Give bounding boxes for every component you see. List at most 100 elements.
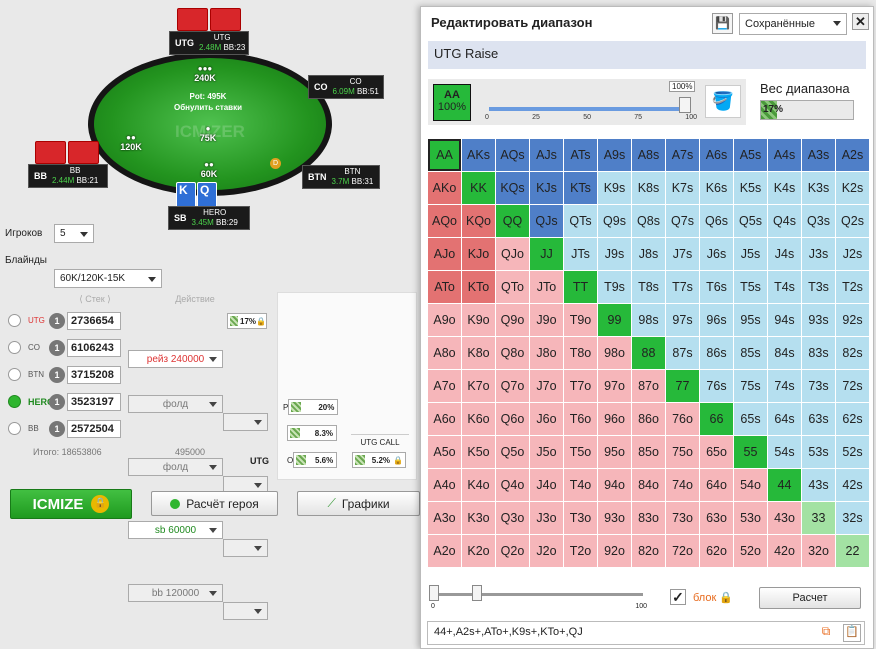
- player-radio[interactable]: [8, 314, 21, 327]
- player-radio[interactable]: [8, 341, 21, 354]
- hand-cell-aqs[interactable]: AQs: [496, 139, 529, 171]
- hand-cell-97o[interactable]: 97o: [598, 370, 631, 402]
- hand-cell-65s[interactable]: 65s: [734, 403, 767, 435]
- hand-cell-t4s[interactable]: T4s: [768, 271, 801, 303]
- hand-cell-76o[interactable]: 76o: [666, 403, 699, 435]
- hand-cell-22[interactable]: 22: [836, 535, 869, 567]
- hand-cell-k5o[interactable]: K5o: [462, 436, 495, 468]
- hand-cell-82o[interactable]: 82o: [632, 535, 665, 567]
- stack-input[interactable]: 6106243: [67, 339, 121, 357]
- hand-cell-k4o[interactable]: K4o: [462, 469, 495, 501]
- hand-cell-t9s[interactable]: T9s: [598, 271, 631, 303]
- hand-cell-k5s[interactable]: K5s: [734, 172, 767, 204]
- hand-cell-k8s[interactable]: K8s: [632, 172, 665, 204]
- hand-cell-j4s[interactable]: J4s: [768, 238, 801, 270]
- hand-cell-qjs[interactable]: QJs: [530, 205, 563, 237]
- hand-cell-t8s[interactable]: T8s: [632, 271, 665, 303]
- hand-cell-j8s[interactable]: J8s: [632, 238, 665, 270]
- hand-cell-96s[interactable]: 96s: [700, 304, 733, 336]
- hand-cell-64o[interactable]: 64o: [700, 469, 733, 501]
- hand-cell-53s[interactable]: 53s: [802, 436, 835, 468]
- hand-cell-85s[interactable]: 85s: [734, 337, 767, 369]
- close-icon[interactable]: ✕: [852, 13, 869, 30]
- hand-cell-j5o[interactable]: J5o: [530, 436, 563, 468]
- hand-cell-55[interactable]: 55: [734, 436, 767, 468]
- hand-cell-tt[interactable]: TT: [564, 271, 597, 303]
- hand-cell-k6s[interactable]: K6s: [700, 172, 733, 204]
- hand-cell-j7s[interactable]: J7s: [666, 238, 699, 270]
- action-select[interactable]: рейз 240000: [128, 350, 223, 368]
- paste-icon[interactable]: 📋: [843, 624, 861, 642]
- hand-cell-86o[interactable]: 86o: [632, 403, 665, 435]
- hand-cell-a9o[interactable]: A9o: [428, 304, 461, 336]
- hand-cell-75s[interactable]: 75s: [734, 370, 767, 402]
- hand-cell-93s[interactable]: 93s: [802, 304, 835, 336]
- hand-cell-q3s[interactable]: Q3s: [802, 205, 835, 237]
- hand-cell-95s[interactable]: 95s: [734, 304, 767, 336]
- hand-cell-64s[interactable]: 64s: [768, 403, 801, 435]
- charts-button[interactable]: ⟋ Графики: [297, 491, 420, 516]
- hand-cell-a2s[interactable]: A2s: [836, 139, 869, 171]
- hand-cell-62o[interactable]: 62o: [700, 535, 733, 567]
- bottom-slider-handle-right[interactable]: [472, 585, 482, 601]
- range-name-field[interactable]: UTG Raise: [428, 41, 866, 69]
- hand-cell-j2s[interactable]: J2s: [836, 238, 869, 270]
- hand-cell-98s[interactable]: 98s: [632, 304, 665, 336]
- hand-cell-74o[interactable]: 74o: [666, 469, 699, 501]
- hand-cell-j3s[interactable]: J3s: [802, 238, 835, 270]
- hand-cell-t2s[interactable]: T2s: [836, 271, 869, 303]
- hand-cell-42o[interactable]: 42o: [768, 535, 801, 567]
- hand-cell-t2o[interactable]: T2o: [564, 535, 597, 567]
- reset-bets-link[interactable]: Обнулить ставки: [163, 103, 253, 112]
- hand-cell-53o[interactable]: 53o: [734, 502, 767, 534]
- stack-input[interactable]: 3523197: [67, 393, 121, 411]
- hand-cell-99[interactable]: 99: [598, 304, 631, 336]
- saved-ranges-select[interactable]: Сохранённые: [739, 13, 847, 35]
- hand-cell-qto[interactable]: QTo: [496, 271, 529, 303]
- hand-cell-54o[interactable]: 54o: [734, 469, 767, 501]
- hand-cell-j2o[interactable]: J2o: [530, 535, 563, 567]
- hand-cell-aqo[interactable]: AQo: [428, 205, 461, 237]
- hand-cell-54s[interactable]: 54s: [768, 436, 801, 468]
- player-radio[interactable]: [8, 395, 21, 408]
- hand-cell-k2s[interactable]: K2s: [836, 172, 869, 204]
- seat-hero[interactable]: SB HERO 3.45M BB:29: [168, 206, 250, 230]
- hand-cell-q9o[interactable]: Q9o: [496, 304, 529, 336]
- hand-cell-43s[interactable]: 43s: [802, 469, 835, 501]
- hand-cell-83o[interactable]: 83o: [632, 502, 665, 534]
- hand-cell-j9s[interactable]: J9s: [598, 238, 631, 270]
- hand-cell-ajo[interactable]: AJo: [428, 238, 461, 270]
- stack-input[interactable]: 3715208: [67, 366, 121, 384]
- hand-cell-t7s[interactable]: T7s: [666, 271, 699, 303]
- stack-input[interactable]: 2572504: [67, 420, 121, 438]
- hero-calc-button[interactable]: Расчёт героя: [151, 491, 278, 516]
- hand-cell-32o[interactable]: 32o: [802, 535, 835, 567]
- hand-cell-j9o[interactable]: J9o: [530, 304, 563, 336]
- hand-cell-k9s[interactable]: K9s: [598, 172, 631, 204]
- hand-cell-q7s[interactable]: Q7s: [666, 205, 699, 237]
- hand-cell-83s[interactable]: 83s: [802, 337, 835, 369]
- calc-button[interactable]: Расчет: [759, 587, 861, 609]
- hand-cell-qq[interactable]: QQ: [496, 205, 529, 237]
- hand-cell-a5s[interactable]: A5s: [734, 139, 767, 171]
- hand-cell-kqs[interactable]: KQs: [496, 172, 529, 204]
- hand-cell-a6s[interactable]: A6s: [700, 139, 733, 171]
- hand-cell-a5o[interactable]: A5o: [428, 436, 461, 468]
- hand-cell-52s[interactable]: 52s: [836, 436, 869, 468]
- seat-bb[interactable]: BB BB 2.44M BB:21: [28, 164, 108, 188]
- hand-cell-62s[interactable]: 62s: [836, 403, 869, 435]
- action-extra[interactable]: [223, 539, 268, 557]
- hand-cell-j6s[interactable]: J6s: [700, 238, 733, 270]
- hand-cell-kqo[interactable]: KQo: [462, 205, 495, 237]
- hand-cell-qts[interactable]: QTs: [564, 205, 597, 237]
- hand-cell-qjo[interactable]: QJo: [496, 238, 529, 270]
- hand-cell-76s[interactable]: 76s: [700, 370, 733, 402]
- hand-cell-t4o[interactable]: T4o: [564, 469, 597, 501]
- hand-cell-72s[interactable]: 72s: [836, 370, 869, 402]
- hand-cell-92s[interactable]: 92s: [836, 304, 869, 336]
- hand-cell-t3o[interactable]: T3o: [564, 502, 597, 534]
- hand-cell-93o[interactable]: 93o: [598, 502, 631, 534]
- hand-cell-84o[interactable]: 84o: [632, 469, 665, 501]
- hand-cell-ato[interactable]: ATo: [428, 271, 461, 303]
- hand-cell-k3o[interactable]: K3o: [462, 502, 495, 534]
